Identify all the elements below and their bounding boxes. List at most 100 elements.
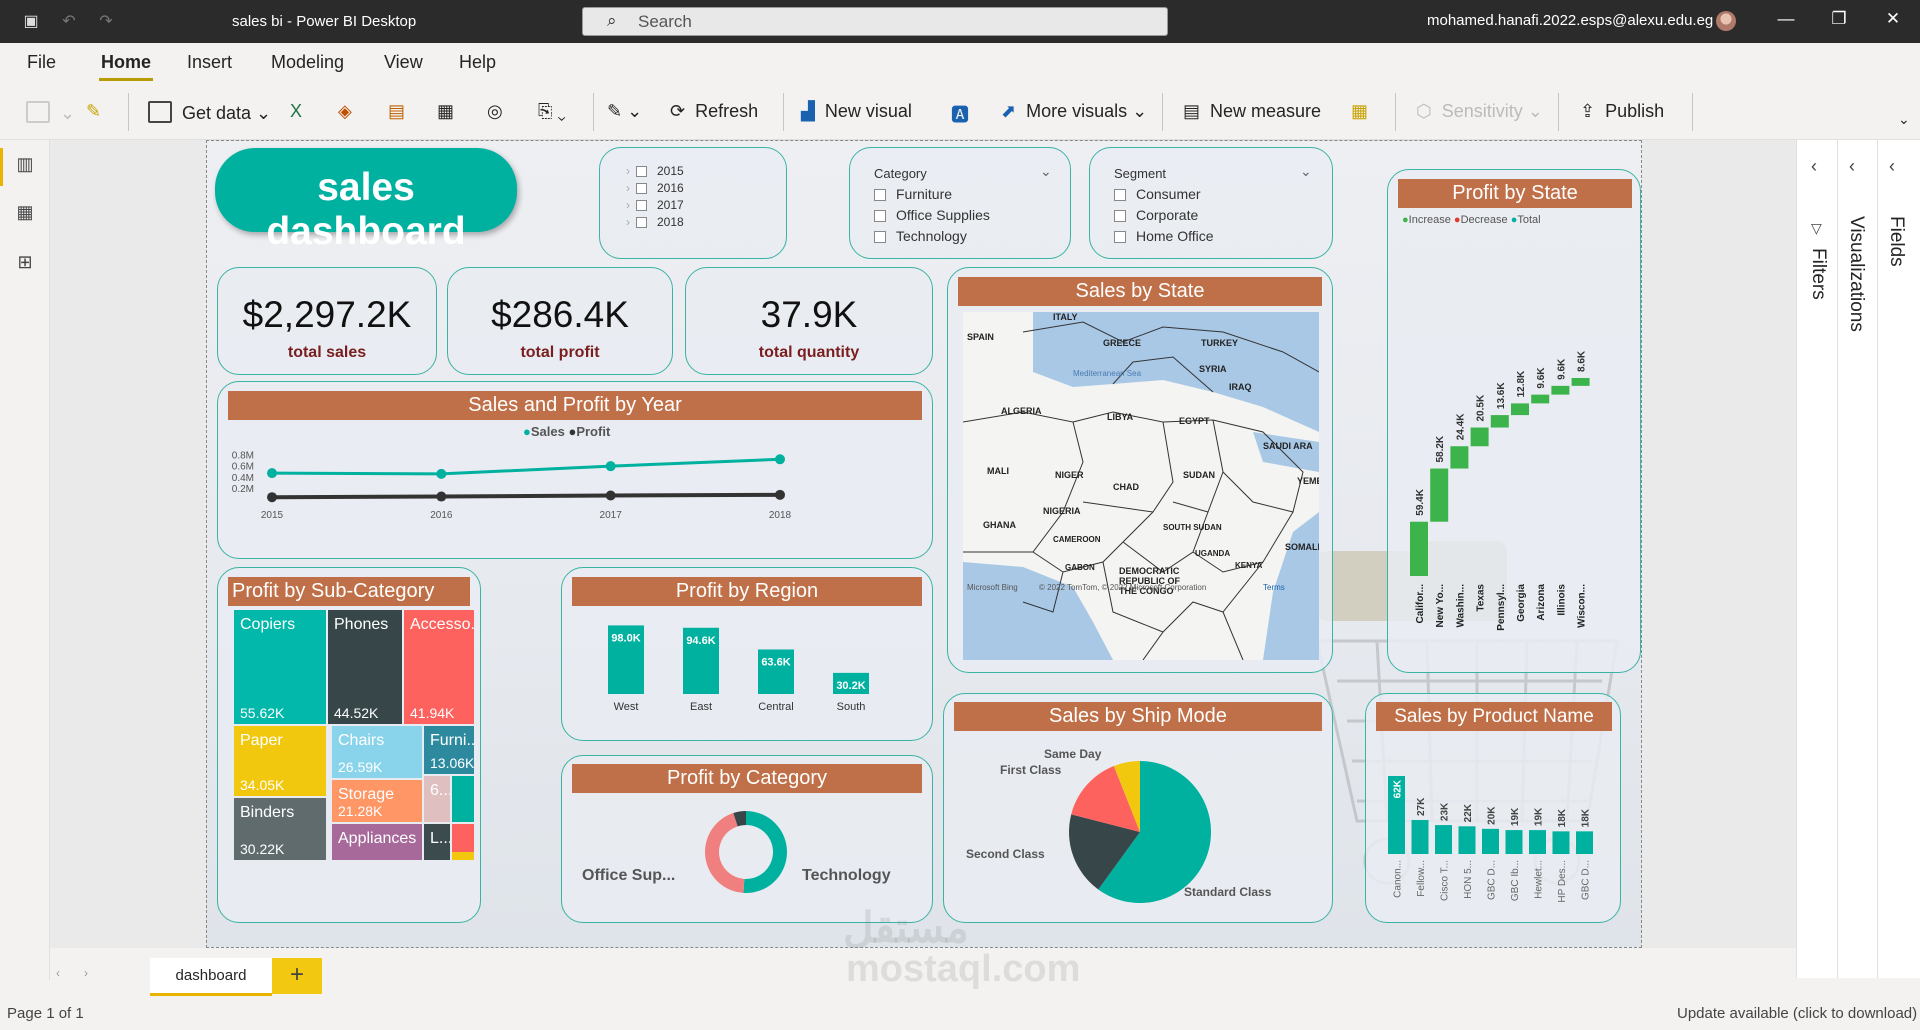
refresh-icon: ⟳ xyxy=(670,101,686,121)
paste-button[interactable]: ⌄ xyxy=(26,101,75,124)
quick-measure-icon[interactable]: ▦ xyxy=(1351,101,1368,122)
menu-insert[interactable]: Insert xyxy=(187,52,232,73)
treemap-tile[interactable]: Binders 30.22K xyxy=(234,798,326,860)
search-box[interactable]: ⌕ Search xyxy=(582,7,1168,36)
search-icon: ⌕ xyxy=(607,11,617,30)
treemap-tile[interactable]: Storage 21.28K xyxy=(332,780,422,822)
dataset-icon[interactable]: ◈ xyxy=(338,101,352,122)
page-tab-dashboard[interactable]: dashboard xyxy=(150,958,272,996)
category-slicer-item[interactable]: Office Supplies xyxy=(874,207,990,223)
sales-profit-year-visual[interactable]: Sales and Profit by Year ●Sales ●Profit … xyxy=(217,381,933,559)
data-point xyxy=(775,454,785,465)
format-painter-button[interactable]: ✎ xyxy=(86,101,101,122)
data-label: 27K xyxy=(1416,797,1427,816)
data-label: 13.6K xyxy=(1496,382,1507,409)
chevron-down-icon[interactable]: ⌄ xyxy=(1300,163,1312,180)
treemap-value: 13.06K xyxy=(430,755,474,771)
treemap-tile[interactable] xyxy=(452,824,474,852)
year-slicer-item[interactable]: › 2017 xyxy=(626,198,684,212)
year-slicer-item[interactable]: › 2018 xyxy=(626,215,684,229)
data-view-icon[interactable]: ▦ xyxy=(14,202,36,222)
save-icon[interactable]: ▣ xyxy=(20,11,42,33)
publish-button[interactable]: ⇪ Publish xyxy=(1580,101,1664,122)
treemap-tile[interactable]: Furni... 13.06K xyxy=(424,726,474,774)
year-slicer-item[interactable]: › 2016 xyxy=(626,181,684,195)
undo-icon[interactable]: ↶ xyxy=(58,11,80,33)
update-available-link[interactable]: Update available (click to download) xyxy=(1677,1005,1917,1022)
new-visual-button[interactable]: ▟ New visual xyxy=(801,101,912,122)
sensitivity-button[interactable]: ⬡ Sensitivity ⌄ xyxy=(1416,101,1543,122)
redo-icon[interactable]: ↷ xyxy=(95,11,117,33)
data-label: 63.6K xyxy=(761,656,790,668)
next-page-icon[interactable]: › xyxy=(84,966,88,980)
menu-modeling[interactable]: Modeling xyxy=(271,52,344,73)
treemap-tile[interactable]: Chairs 26.59K xyxy=(332,726,422,778)
ribbon-separator xyxy=(128,93,129,131)
new-measure-button[interactable]: ▤ New measure xyxy=(1183,101,1321,122)
minimize-icon[interactable]: — xyxy=(1774,9,1798,29)
sales-by-ship-mode-visual[interactable]: Sales by Ship Mode Standard Class Second … xyxy=(943,693,1333,923)
model-view-icon[interactable]: ⊞ xyxy=(14,252,36,272)
more-visuals-button[interactable]: ⬈ More visuals ⌄ xyxy=(1001,101,1147,122)
recent-sources-icon[interactable]: ⎘ ⌄ xyxy=(538,101,566,122)
filters-pane-label[interactable]: Filters xyxy=(1807,248,1829,300)
data-label: 24.4K xyxy=(1455,413,1466,440)
enter-data-icon[interactable]: ▦ xyxy=(437,101,454,122)
profit-by-state-visual[interactable]: Profit by State ●Increase ●Decrease ●Tot… xyxy=(1387,169,1641,673)
treemap-tile[interactable]: Paper 34.05K xyxy=(234,726,326,796)
transform-data-icon[interactable]: ✎ ⌄ xyxy=(607,101,642,122)
report-view-icon[interactable]: ▥ xyxy=(14,154,36,174)
collapse-visualizations-icon[interactable]: ‹ xyxy=(1849,156,1855,177)
dataverse-icon[interactable]: ◎ xyxy=(487,101,503,122)
collapse-filters-icon[interactable]: ‹ xyxy=(1811,156,1817,177)
get-data-label: Get data xyxy=(182,103,252,123)
treemap-tile[interactable]: Accesso... 41.94K xyxy=(404,610,474,724)
refresh-button[interactable]: ⟳ Refresh xyxy=(670,101,758,122)
collapse-fields-icon[interactable]: ‹ xyxy=(1889,156,1895,177)
waterfall-bar xyxy=(1551,385,1570,395)
menu-file[interactable]: File xyxy=(27,52,56,73)
x-tick-label: GBC D... xyxy=(1581,860,1592,900)
close-icon[interactable]: ✕ xyxy=(1881,9,1905,29)
sql-icon[interactable]: ▤ xyxy=(388,101,405,122)
treemap-tile[interactable]: Phones 44.52K xyxy=(328,610,402,724)
map-label: MALI xyxy=(987,466,1009,476)
treemap-tile[interactable] xyxy=(452,776,474,822)
profit-by-category-visual[interactable]: Profit by Category Office Sup... Technolo… xyxy=(561,755,933,923)
menu-help[interactable]: Help xyxy=(459,52,496,73)
profit-by-region-visual[interactable]: Profit by Region 98.0K West 94.6K East 63.6K… xyxy=(561,567,933,741)
treemap-tile[interactable]: Copiers 55.62K xyxy=(234,610,326,724)
segment-slicer-item[interactable]: Home Office xyxy=(1114,228,1214,244)
publish-icon: ⇪ xyxy=(1580,101,1596,121)
menu-home[interactable]: Home xyxy=(101,52,151,73)
map-label: NIGERIA xyxy=(1043,506,1081,516)
segment-slicer-item[interactable]: Corporate xyxy=(1114,207,1198,223)
add-page-button[interactable]: + xyxy=(272,958,322,994)
treemap-tile[interactable]: 6... xyxy=(424,776,450,822)
visualizations-pane-label[interactable]: Visualizations xyxy=(1845,216,1867,332)
fields-pane-label[interactable]: Fields xyxy=(1885,216,1907,267)
map-terms-link[interactable]: Terms xyxy=(1263,583,1285,592)
collapse-ribbon-icon[interactable]: ⌄ xyxy=(1898,111,1910,128)
text-box-icon[interactable]: 🅰 xyxy=(951,101,969,127)
category-slicer-item[interactable]: Furniture xyxy=(874,186,952,202)
user-account[interactable]: mohamed.hanafi.2022.esps@alexu.edu.eg xyxy=(1427,12,1713,29)
treemap-tile[interactable]: L... xyxy=(424,824,450,860)
prev-page-icon[interactable]: ‹ xyxy=(56,966,60,980)
map[interactable]: ITALY SPAIN GREECE TURKEY Mediterranean … xyxy=(963,312,1319,660)
treemap-tile[interactable] xyxy=(452,852,474,860)
avatar[interactable] xyxy=(1716,11,1736,31)
chevron-down-icon[interactable]: ⌄ xyxy=(1040,163,1052,180)
excel-icon[interactable]: X xyxy=(290,101,302,122)
sales-by-state-visual[interactable]: Sales by State ITALY SPAIN GREECE TURKEY… xyxy=(947,267,1333,673)
sales-by-product-visual[interactable]: Sales by Product Name 62K Canon... 27K Fell… xyxy=(1365,693,1621,923)
profit-by-subcategory-visual[interactable]: Profit by Sub-Category Copiers 55.62K Phon… xyxy=(217,567,481,923)
get-data-button[interactable]: Get data ⌄ xyxy=(148,101,271,124)
segment-slicer-item[interactable]: Consumer xyxy=(1114,186,1201,202)
menu-view[interactable]: View xyxy=(384,52,423,73)
category-slicer-item[interactable]: Technology xyxy=(874,228,967,244)
year-slicer-item[interactable]: › 2015 xyxy=(626,164,684,178)
x-tick-label: 2016 xyxy=(430,510,453,521)
restore-icon[interactable]: ❐ xyxy=(1827,9,1851,29)
treemap-tile[interactable]: Appliances xyxy=(332,824,422,860)
